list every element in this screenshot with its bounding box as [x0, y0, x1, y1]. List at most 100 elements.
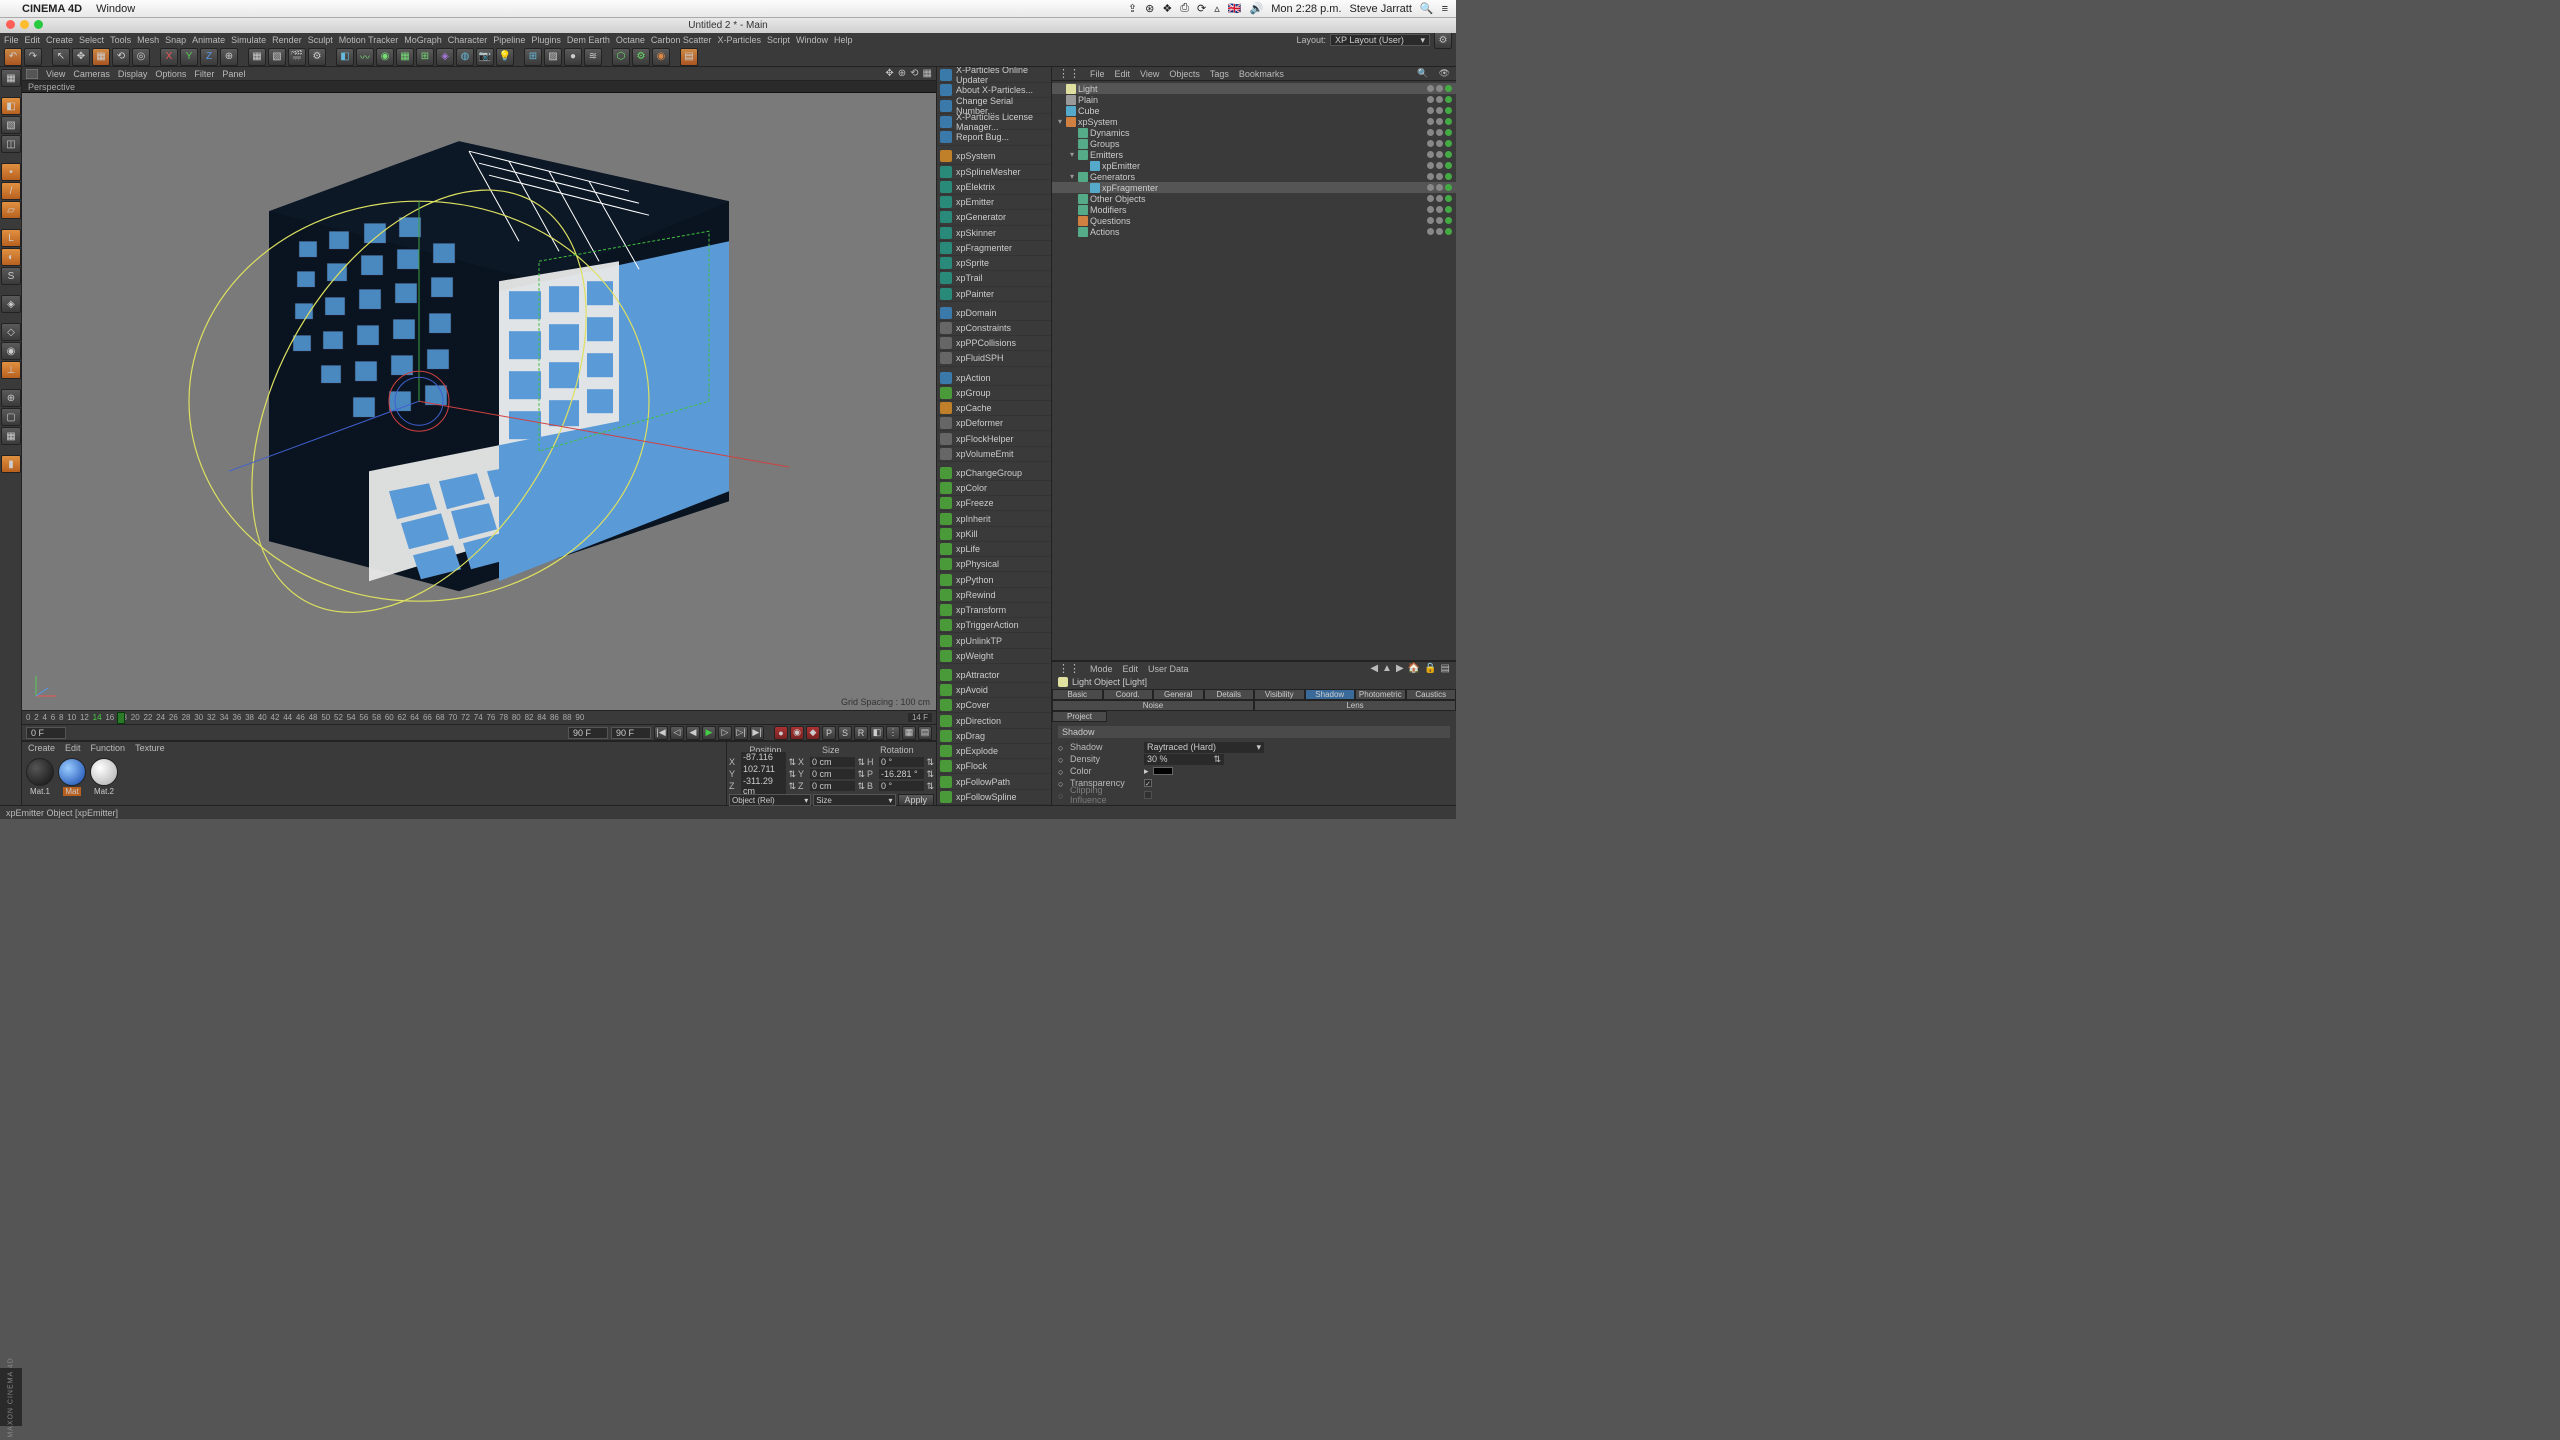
visibility-dots[interactable]	[1427, 118, 1452, 125]
visibility-dots[interactable]	[1427, 129, 1452, 136]
tweak-mode[interactable]: ◇	[1, 323, 21, 341]
xp-palette-item[interactable]: xpUnlinkTP	[937, 633, 1051, 648]
key-pla[interactable]: ⋮	[886, 726, 900, 740]
key-pos[interactable]: P	[822, 726, 836, 740]
attr-nav-fwd[interactable]: ▶	[1396, 663, 1404, 674]
expand-toggle[interactable]: ▾	[1068, 172, 1076, 181]
attr-tab[interactable]: Caustics	[1406, 689, 1457, 700]
attr-tab[interactable]: Lens	[1254, 700, 1456, 711]
playhead[interactable]	[117, 712, 125, 724]
notifications-icon[interactable]: ≡	[1442, 3, 1448, 15]
vp-nav-icon[interactable]: ⟲	[910, 68, 918, 79]
anim-dot[interactable]: ○	[1058, 767, 1066, 775]
size-field[interactable]: 0 cm	[810, 769, 855, 779]
point-mode[interactable]: •	[1, 163, 21, 181]
pos-field[interactable]: -311.29 cm	[741, 776, 786, 796]
key-param[interactable]: ◧	[870, 726, 884, 740]
xp-palette-item[interactable]: xpSystem	[937, 149, 1051, 164]
om-menu-tags[interactable]: Tags	[1210, 69, 1229, 79]
object-tree-row[interactable]: Modifiers	[1052, 204, 1456, 215]
object-tree-row[interactable]: xpFragmenter	[1052, 182, 1456, 193]
record-button[interactable]: ●	[774, 726, 788, 740]
visibility-dots[interactable]	[1427, 173, 1452, 180]
xp-palette-item[interactable]: xpPPCollisions	[937, 336, 1051, 351]
xp-palette-item[interactable]: X-Particles Online Updater	[937, 67, 1051, 83]
om-menu-edit[interactable]: Edit	[1115, 69, 1131, 79]
shadow-type-select[interactable]: Raytraced (Hard)▾	[1144, 742, 1264, 753]
menu-motion-tracker[interactable]: Motion Tracker	[339, 35, 399, 45]
menu-edit[interactable]: Edit	[25, 35, 41, 45]
visibility-dots[interactable]	[1427, 162, 1452, 169]
menu-file[interactable]: File	[4, 35, 19, 45]
attr-menu-edit[interactable]: Edit	[1123, 664, 1139, 674]
material-item[interactable]: Mat.2	[90, 758, 118, 796]
object-tree-row[interactable]: Other Objects	[1052, 193, 1456, 204]
attr-nav-up[interactable]: ▲	[1382, 663, 1392, 674]
add-deformer[interactable]: ◈	[436, 48, 454, 66]
xp-3[interactable]: ◉	[652, 48, 670, 66]
menu-pipeline[interactable]: Pipeline	[493, 35, 525, 45]
vp-menu-panel[interactable]: Panel	[222, 69, 245, 79]
attr-new-icon[interactable]: ▤	[1441, 663, 1450, 674]
render-region[interactable]: ▧	[268, 48, 286, 66]
xp-palette-item[interactable]: xpEmitter	[937, 195, 1051, 210]
model-mode[interactable]: ◧	[1, 97, 21, 115]
xp-palette-item[interactable]: xpFreeze	[937, 496, 1051, 511]
mat-menu-texture[interactable]: Texture	[135, 743, 165, 753]
xp-palette-item[interactable]: xpRewind	[937, 588, 1051, 603]
tray-icon[interactable]: 🔊	[1249, 2, 1263, 15]
xp-palette-item[interactable]: xpElektrix	[937, 180, 1051, 195]
xp-palette-item[interactable]: xpTriggerAction	[937, 618, 1051, 633]
xp-palette-item[interactable]: xpConstraints	[937, 321, 1051, 336]
menu-snap[interactable]: Snap	[165, 35, 186, 45]
key-scale[interactable]: S	[838, 726, 852, 740]
xp-palette-item[interactable]: xpVolumeEmit	[937, 447, 1051, 462]
goto-start[interactable]: |◀	[654, 726, 668, 740]
layout-select[interactable]: XP Layout (User)▾	[1330, 34, 1430, 46]
attr-tab[interactable]: Noise	[1052, 700, 1254, 711]
mac-menu-window[interactable]: Window	[96, 3, 135, 15]
workplane-mode[interactable]: ◫	[1, 135, 21, 153]
vp-menu-options[interactable]: Options	[155, 69, 186, 79]
xp-palette-item[interactable]: xpFluidSPH	[937, 351, 1051, 366]
menu-plugins[interactable]: Plugins	[531, 35, 561, 45]
menu-help[interactable]: Help	[834, 35, 853, 45]
undo-button[interactable]: ↶	[4, 48, 22, 66]
mac-user[interactable]: Steve Jarratt	[1350, 3, 1412, 15]
redo-button[interactable]: ↷	[24, 48, 42, 66]
xp-palette-item[interactable]: xpWeight	[937, 649, 1051, 664]
xp-palette-item[interactable]: xpDomain	[937, 306, 1051, 321]
camera-nav[interactable]: ⊕	[1, 389, 21, 407]
object-tree-row[interactable]: Dynamics	[1052, 127, 1456, 138]
xp-palette-item[interactable]: xpFragmenter	[937, 241, 1051, 256]
om-search-icon[interactable]: 🔍	[1417, 68, 1428, 79]
timeline[interactable]: 024681012 14 161820222426283032343638404…	[22, 710, 936, 725]
xp-palette-item[interactable]: xpAction	[937, 370, 1051, 385]
attr-tab[interactable]: Project	[1052, 711, 1107, 722]
xp-palette-item[interactable]: xpChangeGroup	[937, 466, 1051, 481]
last-tool[interactable]: ◎	[132, 48, 150, 66]
attr-tab[interactable]: Coord.	[1103, 689, 1154, 700]
object-tree-row[interactable]: ▾Generators	[1052, 171, 1456, 182]
xp-palette-item[interactable]: xpCover	[937, 698, 1051, 713]
menu-sculpt[interactable]: Sculpt	[308, 35, 333, 45]
menu-create[interactable]: Create	[46, 35, 73, 45]
keyframe-button[interactable]: ◆	[806, 726, 820, 740]
viewport-3d[interactable]: Grid Spacing : 100 cm	[22, 93, 936, 710]
x-axis-lock[interactable]: X	[160, 48, 178, 66]
tray-icon[interactable]: ▵	[1214, 2, 1220, 15]
tray-icon[interactable]: 🇬🇧	[1228, 2, 1242, 15]
object-tree-row[interactable]: Questions	[1052, 215, 1456, 226]
simulation[interactable]: ≋	[584, 48, 602, 66]
attr-nav-mgr[interactable]: 🏠	[1408, 663, 1420, 674]
menu-carbon-scatter[interactable]: Carbon Scatter	[651, 35, 712, 45]
color-swatch[interactable]	[1153, 767, 1173, 775]
edge-mode[interactable]: /	[1, 182, 21, 200]
menu-animate[interactable]: Animate	[192, 35, 225, 45]
next-frame[interactable]: ▷	[718, 726, 732, 740]
object-tree[interactable]: LightPlainCube▾xpSystemDynamicsGroups▾Em…	[1052, 81, 1456, 660]
coord-size-select[interactable]: Size▾	[813, 794, 895, 806]
vp-menu-filter[interactable]: Filter	[194, 69, 214, 79]
xp-palette-item[interactable]: xpTransform	[937, 603, 1051, 618]
size-field[interactable]: 0 cm	[810, 757, 855, 767]
